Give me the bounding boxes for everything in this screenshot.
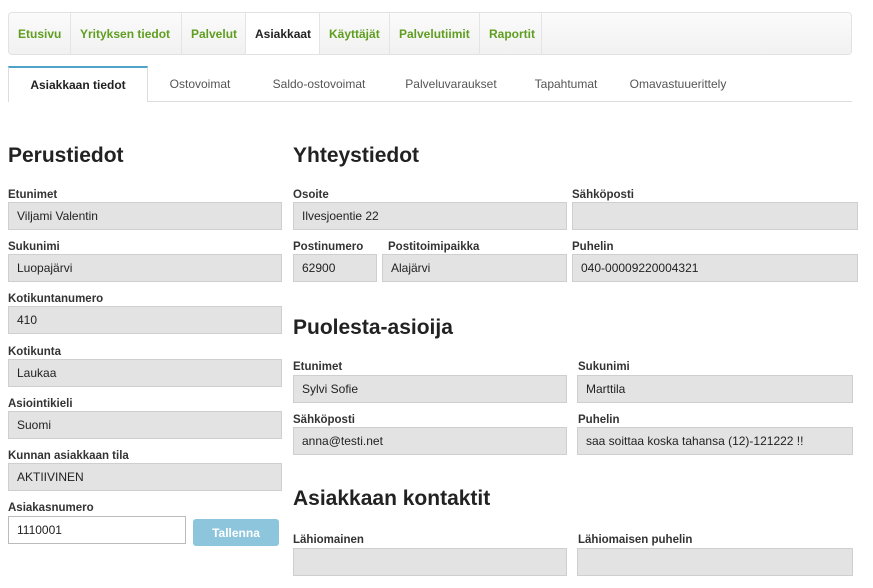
- save-button[interactable]: Tallenna: [193, 519, 279, 546]
- customer-subtabs: Asiakkaan tiedot Ostovoimat Saldo-ostovo…: [8, 66, 852, 102]
- sahkoposti-label: Sähköposti: [572, 189, 634, 201]
- asiakkaan-kontaktit-heading: Asiakkaan kontaktit: [293, 487, 491, 510]
- sukunimi-field: Luopajärvi: [8, 254, 282, 282]
- kotikuntanumero-field: 410: [8, 306, 282, 334]
- etunimet-label: Etunimet: [8, 189, 58, 201]
- nav-asiakkaat[interactable]: Asiakkaat: [246, 13, 320, 54]
- tab-tapahtumat[interactable]: Tapahtumat: [516, 66, 616, 101]
- kotikunta-label: Kotikunta: [8, 346, 62, 358]
- sahkoposti-field: [572, 202, 858, 230]
- puolesta-puhelin-label: Puhelin: [578, 414, 620, 426]
- puhelin-label: Puhelin: [572, 241, 614, 253]
- kotikuntanumero-label: Kotikuntanumero: [8, 293, 104, 305]
- asiakkaan-tila-field: AKTIIVINEN: [8, 463, 282, 491]
- etunimet-field: Viljami Valentin: [8, 202, 282, 230]
- tab-omavastuuerittely[interactable]: Omavastuuerittely: [616, 66, 740, 101]
- puolesta-asioija-heading: Puolesta-asioija: [293, 316, 453, 339]
- nav-raportit[interactable]: Raportit: [480, 13, 542, 54]
- nav-palvelut[interactable]: Palvelut: [182, 13, 246, 54]
- tab-ostovoimat[interactable]: Ostovoimat: [148, 66, 252, 101]
- tab-saldo-ostovoimat[interactable]: Saldo-ostovoimat: [252, 66, 386, 101]
- tab-asiakkaan-tiedot[interactable]: Asiakkaan tiedot: [8, 66, 148, 102]
- asiakkaan-tila-label: Kunnan asiakkaan tila: [8, 450, 129, 462]
- puolesta-puhelin-field: saa soittaa koska tahansa (12)-121222 !!: [577, 427, 853, 455]
- nav-etusivu[interactable]: Etusivu: [9, 13, 71, 54]
- kotikunta-field: Laukaa: [8, 359, 282, 387]
- lahiomaisen-puhelin-field: [577, 548, 853, 576]
- osoite-label: Osoite: [293, 189, 329, 201]
- asiakasnumero-label: Asiakasnumero: [8, 502, 94, 514]
- postinumero-field: 62900: [293, 254, 377, 282]
- lahiomainen-label: Lähiomainen: [293, 534, 364, 546]
- postinumero-label: Postinumero: [293, 241, 364, 253]
- yhteystiedot-heading: Yhteystiedot: [293, 144, 420, 167]
- perustiedot-heading: Perustiedot: [8, 144, 124, 167]
- puolesta-etunimet-field: Sylvi Sofie: [293, 375, 567, 403]
- osoite-field: Ilvesjoentie 22: [293, 202, 567, 230]
- top-navigation: Etusivu Yrityksen tiedot Palvelut Asiakk…: [8, 12, 852, 55]
- tab-palveluvaraukset[interactable]: Palveluvaraukset: [386, 66, 516, 101]
- nav-yrityksen-tiedot[interactable]: Yrityksen tiedot: [71, 13, 182, 54]
- puolesta-sukunimi-label: Sukunimi: [578, 361, 630, 373]
- puolesta-etunimet-label: Etunimet: [293, 361, 343, 373]
- lahiomainen-field: [293, 548, 567, 576]
- puolesta-sahkoposti-label: Sähköposti: [293, 414, 355, 426]
- nav-kayttajat[interactable]: Käyttäjät: [320, 13, 390, 54]
- asiointikieli-field: Suomi: [8, 411, 282, 439]
- sukunimi-label: Sukunimi: [8, 241, 60, 253]
- puhelin-field: 040-00009220004321: [572, 254, 858, 282]
- puolesta-sukunimi-field: Marttila: [577, 375, 853, 403]
- puolesta-sahkoposti-field: anna@testi.net: [293, 427, 567, 455]
- asiakasnumero-input[interactable]: 1110001: [8, 516, 186, 544]
- postitoimipaikka-field: Alajärvi: [382, 254, 567, 282]
- nav-palvelutiimit[interactable]: Palvelutiimit: [390, 13, 480, 54]
- postitoimipaikka-label: Postitoimipaikka: [388, 241, 480, 253]
- asiointikieli-label: Asiointikieli: [8, 398, 73, 410]
- lahiomaisen-puhelin-label: Lähiomaisen puhelin: [578, 534, 693, 546]
